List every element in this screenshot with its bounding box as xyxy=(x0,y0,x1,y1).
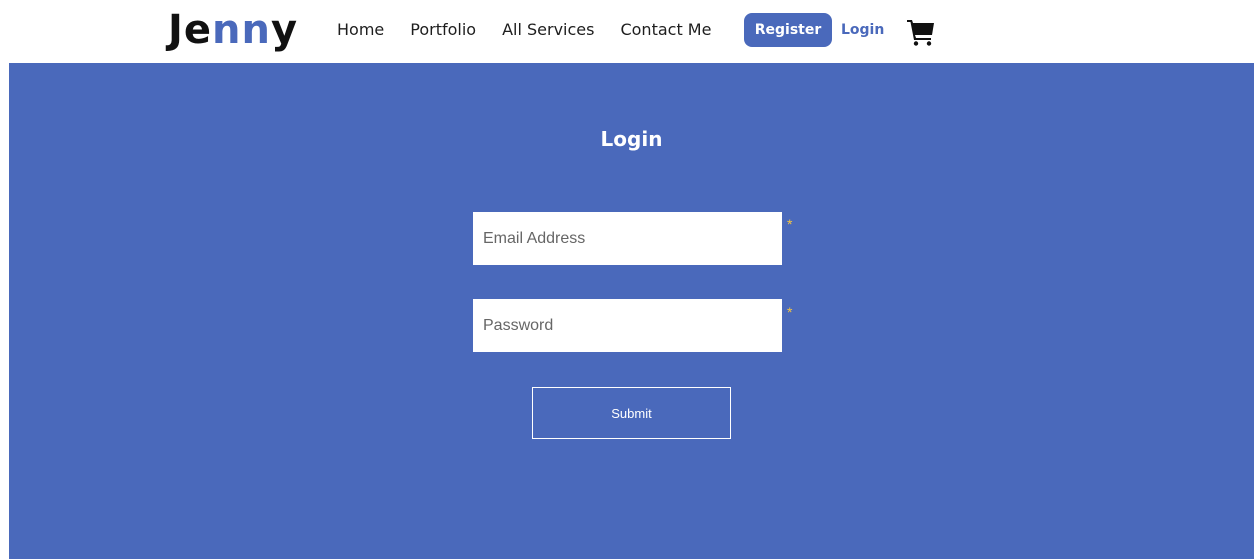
main-nav: Home Portfolio All Services Contact Me xyxy=(337,18,737,42)
nav-portfolio[interactable]: Portfolio xyxy=(410,18,476,42)
logo[interactable]: Jenny xyxy=(168,6,298,54)
password-required-marker: * xyxy=(787,304,793,320)
email-field[interactable] xyxy=(473,212,782,265)
site-header: Jenny Home Portfolio All Services Contac… xyxy=(0,0,1254,62)
nav-home[interactable]: Home xyxy=(337,18,384,42)
login-panel: Login * * Submit xyxy=(9,63,1254,559)
password-field[interactable] xyxy=(473,299,782,352)
page-title: Login xyxy=(600,127,663,151)
submit-button[interactable]: Submit xyxy=(532,387,731,439)
register-button[interactable]: Register xyxy=(744,13,832,47)
shopping-cart-icon[interactable] xyxy=(906,17,936,47)
logo-text-accent: nn xyxy=(212,7,271,53)
nav-all-services[interactable]: All Services xyxy=(502,18,594,42)
email-required-marker: * xyxy=(787,216,793,232)
logo-text-end: y xyxy=(270,7,299,53)
login-link[interactable]: Login xyxy=(841,19,884,41)
logo-text-start: Je xyxy=(168,7,213,53)
nav-contact-me[interactable]: Contact Me xyxy=(620,18,711,42)
page: Jenny Home Portfolio All Services Contac… xyxy=(0,0,1254,559)
